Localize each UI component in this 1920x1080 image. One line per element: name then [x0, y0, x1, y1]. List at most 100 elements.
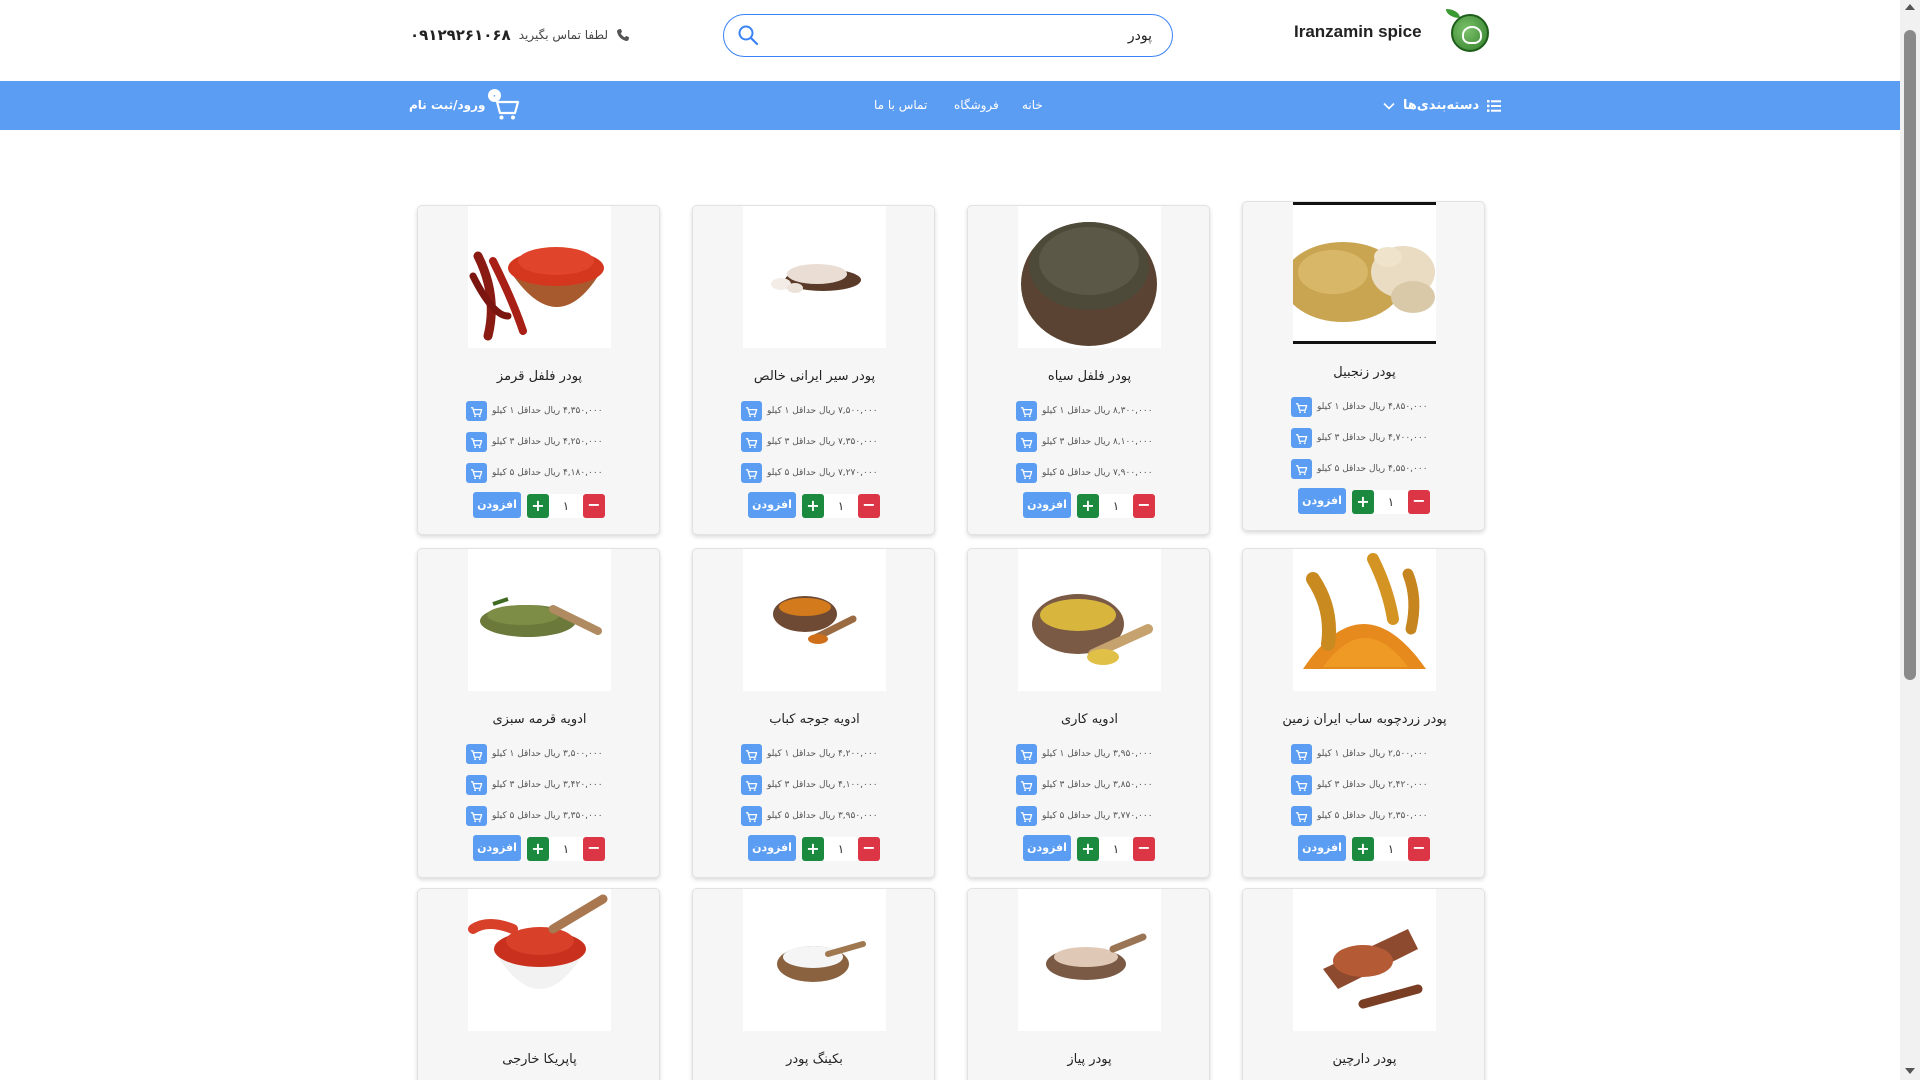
cart-button[interactable]: ۰ — [487, 89, 521, 123]
add-tier-to-cart-icon[interactable] — [741, 775, 762, 795]
nav-shop-link[interactable]: فروشگاه — [954, 81, 999, 130]
login-register-link[interactable]: ورود/ثبت نام — [409, 81, 485, 130]
add-tier-to-cart-icon[interactable] — [466, 401, 487, 421]
add-to-cart-button[interactable]: افزودن — [748, 492, 796, 518]
product-card[interactable]: ادویه جوجه کباب ۴,۲۰۰,۰۰۰ ریال حداقل ۱ کی… — [692, 548, 935, 878]
add-to-cart-button[interactable]: افزودن — [1023, 835, 1071, 861]
product-card[interactable]: پودر دارچین — [1242, 888, 1485, 1080]
add-to-cart-button[interactable]: افزودن — [473, 492, 521, 518]
decrease-qty-button[interactable]: − — [858, 837, 880, 861]
product-card[interactable]: ادویه کاری ۳,۹۵۰,۰۰۰ ریال حداقل ۱ کیلو ۳,۸… — [967, 548, 1210, 878]
product-name[interactable]: پودر دارچین — [1243, 1052, 1484, 1067]
product-name[interactable]: پودر فلفل سیاه — [968, 369, 1209, 384]
nav-contact-link[interactable]: تماس با ما — [874, 81, 927, 130]
add-to-cart-button[interactable]: افزودن — [748, 835, 796, 861]
search-icon[interactable] — [736, 23, 760, 47]
decrease-qty-button[interactable]: − — [1408, 490, 1430, 514]
quantity-value[interactable]: ۱ — [549, 837, 583, 861]
increase-qty-button[interactable]: + — [802, 837, 824, 861]
product-name[interactable]: ادویه جوجه کباب — [693, 712, 934, 727]
add-tier-to-cart-icon[interactable] — [1016, 806, 1037, 826]
scroll-up-arrow-icon[interactable] — [1905, 4, 1915, 10]
add-to-cart-button[interactable]: افزودن — [1298, 488, 1346, 514]
product-name[interactable]: ادویه قرمه سبزی — [418, 712, 659, 727]
quantity-value[interactable]: ۱ — [824, 494, 858, 518]
product-image[interactable] — [1018, 549, 1161, 691]
decrease-qty-button[interactable]: − — [1133, 837, 1155, 861]
product-card[interactable]: پودر زنجبیل ۴,۸۵۰,۰۰۰ ریال حداقل ۱ کیلو ۴,… — [1242, 201, 1485, 531]
add-tier-to-cart-icon[interactable] — [741, 432, 762, 452]
product-card[interactable]: بکینگ پودر — [692, 888, 935, 1080]
increase-qty-button[interactable]: + — [1077, 837, 1099, 861]
product-image[interactable] — [1018, 889, 1161, 1031]
add-tier-to-cart-icon[interactable] — [1016, 744, 1037, 764]
decrease-qty-button[interactable]: − — [1133, 494, 1155, 518]
product-image[interactable] — [1293, 549, 1436, 691]
add-tier-to-cart-icon[interactable] — [466, 806, 487, 826]
add-tier-to-cart-icon[interactable] — [1291, 744, 1312, 764]
quantity-value[interactable]: ۱ — [1374, 490, 1408, 514]
product-card[interactable]: پاپریکا خارجی — [417, 888, 660, 1080]
increase-qty-button[interactable]: + — [1077, 494, 1099, 518]
search-input[interactable] — [770, 23, 1152, 49]
product-card[interactable]: ادویه قرمه سبزی ۳,۵۰۰,۰۰۰ ریال حداقل ۱ کی… — [417, 548, 660, 878]
product-image[interactable] — [1293, 202, 1436, 344]
add-tier-to-cart-icon[interactable] — [1291, 806, 1312, 826]
product-image[interactable] — [743, 206, 886, 348]
product-card[interactable]: پودر پیاز — [967, 888, 1210, 1080]
product-name[interactable]: پودر زردچوبه ساب ایران زمین — [1243, 712, 1484, 727]
increase-qty-button[interactable]: + — [527, 494, 549, 518]
add-tier-to-cart-icon[interactable] — [466, 432, 487, 452]
product-name[interactable]: پودر زنجبیل — [1243, 365, 1484, 380]
categories-dropdown[interactable]: دسته‌بندی‌ها — [1383, 81, 1502, 130]
add-tier-to-cart-icon[interactable] — [1291, 397, 1312, 417]
increase-qty-button[interactable]: + — [802, 494, 824, 518]
add-tier-to-cart-icon[interactable] — [741, 401, 762, 421]
product-card[interactable]: پودر فلفل سیاه ۸,۳۰۰,۰۰۰ ریال حداقل ۱ کیل… — [967, 205, 1210, 535]
product-name[interactable]: ادویه کاری — [968, 712, 1209, 727]
add-tier-to-cart-icon[interactable] — [741, 806, 762, 826]
add-tier-to-cart-icon[interactable] — [466, 463, 487, 483]
product-image[interactable] — [743, 889, 886, 1031]
product-name[interactable]: بکینگ پودر — [693, 1052, 934, 1067]
page-scrollbar[interactable] — [1900, 0, 1920, 1080]
product-image[interactable] — [1018, 206, 1161, 348]
product-image[interactable] — [468, 889, 611, 1031]
product-image[interactable] — [468, 549, 611, 691]
add-tier-to-cart-icon[interactable] — [466, 744, 487, 764]
product-image[interactable] — [743, 549, 886, 691]
decrease-qty-button[interactable]: − — [858, 494, 880, 518]
add-tier-to-cart-icon[interactable] — [1016, 463, 1037, 483]
contact-number[interactable]: ۰۹۱۲۹۲۶۱۰۶۸ — [410, 26, 511, 44]
product-image[interactable] — [1293, 889, 1436, 1031]
scroll-thumb[interactable] — [1904, 30, 1916, 680]
product-name[interactable]: پاپریکا خارجی — [418, 1052, 659, 1067]
product-card[interactable]: پودر سیر ایرانی خالص ۷,۵۰۰,۰۰۰ ریال حداقل… — [692, 205, 935, 535]
add-tier-to-cart-icon[interactable] — [741, 744, 762, 764]
brand-name[interactable]: Iranzamin spice — [1294, 22, 1422, 42]
quantity-value[interactable]: ۱ — [1099, 837, 1133, 861]
increase-qty-button[interactable]: + — [527, 837, 549, 861]
add-tier-to-cart-icon[interactable] — [1016, 432, 1037, 452]
add-tier-to-cart-icon[interactable] — [466, 775, 487, 795]
product-name[interactable]: پودر پیاز — [968, 1052, 1209, 1067]
scroll-down-arrow-icon[interactable] — [1905, 1068, 1915, 1074]
logo-icon[interactable] — [1451, 14, 1489, 52]
increase-qty-button[interactable]: + — [1352, 490, 1374, 514]
add-to-cart-button[interactable]: افزودن — [1023, 492, 1071, 518]
product-name[interactable]: پودر سیر ایرانی خالص — [693, 369, 934, 384]
add-tier-to-cart-icon[interactable] — [1016, 401, 1037, 421]
product-card[interactable]: پودر فلفل قرمز ۴,۳۵۰,۰۰۰ ریال حداقل ۱ کیل… — [417, 205, 660, 535]
add-to-cart-button[interactable]: افزودن — [1298, 835, 1346, 861]
increase-qty-button[interactable]: + — [1352, 837, 1374, 861]
quantity-value[interactable]: ۱ — [549, 494, 583, 518]
quantity-value[interactable]: ۱ — [824, 837, 858, 861]
product-image[interactable] — [468, 206, 611, 348]
add-tier-to-cart-icon[interactable] — [1291, 459, 1312, 479]
product-card[interactable]: پودر زردچوبه ساب ایران زمین ۲,۵۰۰,۰۰۰ ریا… — [1242, 548, 1485, 878]
nav-home-link[interactable]: خانه — [1022, 81, 1043, 130]
add-tier-to-cart-icon[interactable] — [1291, 428, 1312, 448]
decrease-qty-button[interactable]: − — [583, 494, 605, 518]
quantity-value[interactable]: ۱ — [1374, 837, 1408, 861]
add-tier-to-cart-icon[interactable] — [741, 463, 762, 483]
